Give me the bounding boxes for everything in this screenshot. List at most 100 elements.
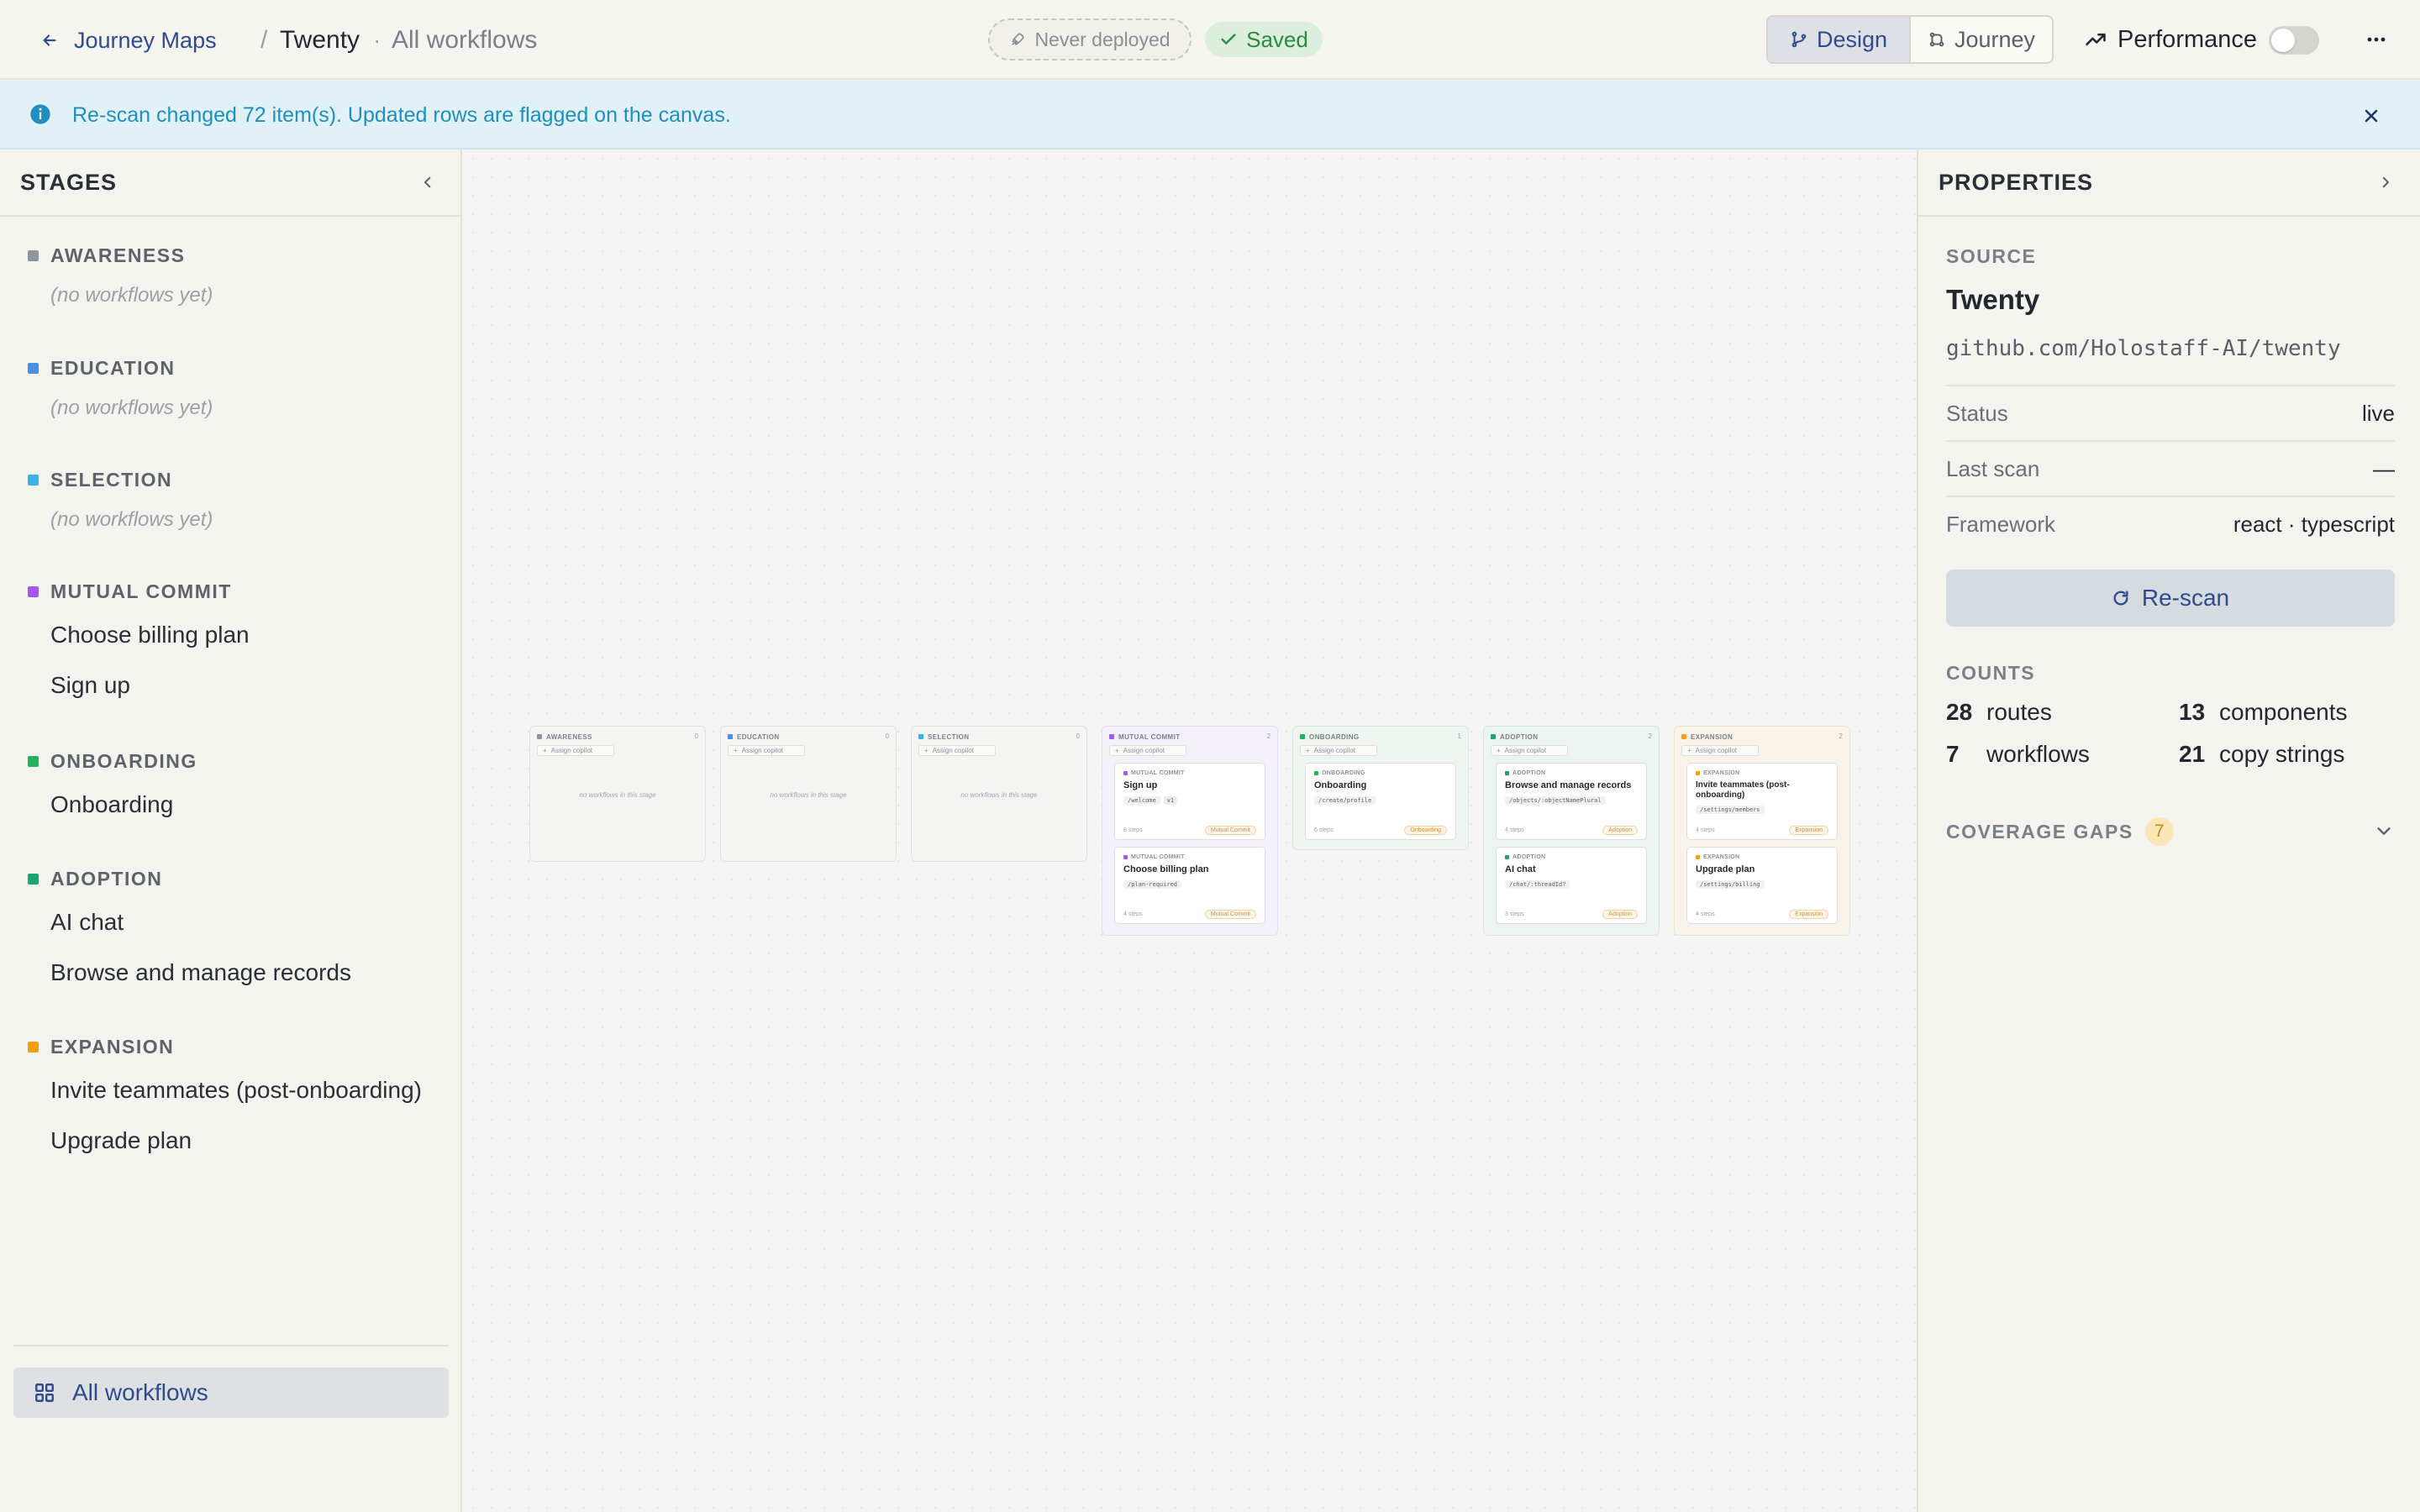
- rescan-button[interactable]: Re-scan: [1946, 570, 2395, 627]
- collapse-properties-button[interactable]: [2373, 170, 2398, 195]
- property-value: react · typescript: [2233, 511, 2395, 537]
- property-value: live: [2361, 400, 2395, 426]
- stage-column-expansion[interactable]: EXPANSION 2 + Assign copilot EXPANSION Inv…: [1674, 726, 1850, 936]
- workflow-card[interactable]: EXPANSION Upgrade plan /settings/billing…: [1686, 847, 1838, 924]
- card-stage-tag: Mutual Commit: [1204, 826, 1256, 835]
- card-stage-tag: Adoption: [1602, 826, 1638, 835]
- plus-icon: +: [924, 747, 929, 754]
- source-url[interactable]: github.com/Holostaff-AI/twenty: [1946, 336, 2341, 361]
- column-count: 0: [1076, 732, 1080, 740]
- column-title: SELECTION: [928, 732, 970, 741]
- plus-icon: +: [543, 747, 547, 754]
- journey-canvas[interactable]: AWARENESS 0 + Assign copilot no workflows …: [464, 150, 1916, 1512]
- stage-label: EDUCATION: [50, 356, 176, 379]
- arrow-left-icon: [40, 31, 59, 50]
- property-key: Last scan: [1946, 455, 2040, 481]
- card-stage-label: EXPANSION: [1703, 770, 1740, 776]
- stage-color-swatch: [918, 734, 923, 739]
- column-count: 2: [1266, 732, 1270, 740]
- deploy-status-text: Never deployed: [1034, 28, 1171, 50]
- design-mode-button[interactable]: Design: [1768, 17, 1911, 62]
- count-label: copy strings: [2219, 741, 2345, 767]
- card-stage-tag: Mutual Commit: [1204, 910, 1256, 919]
- card-stage-tag: Expansion: [1789, 826, 1828, 835]
- card-title: Choose billing plan: [1123, 864, 1209, 874]
- counts-label: COUNTS: [1946, 662, 2036, 684]
- rescan-label: Re-scan: [2141, 585, 2230, 611]
- back-to-journey-maps[interactable]: Journey Maps: [40, 24, 217, 57]
- workflow-item[interactable]: Choose billing plan: [0, 610, 462, 660]
- rescan-banner: Re-scan changed 72 item(s). Updated rows…: [0, 81, 2420, 150]
- card-route: /create/profile: [1314, 796, 1376, 805]
- assign-copilot-button[interactable]: + Assign copilot: [918, 745, 996, 756]
- chevron-left-icon: [424, 176, 431, 188]
- toggle-knob: [2271, 29, 2295, 52]
- assign-copilot-button[interactable]: + Assign copilot: [1109, 745, 1186, 756]
- stage-column-education[interactable]: EDUCATION 0 + Assign copilot no workflows …: [720, 726, 897, 862]
- workflow-card[interactable]: EXPANSION Invite teammates (post-onboard…: [1686, 763, 1838, 840]
- count-value: 28: [1946, 699, 1973, 725]
- count-components: 13 components: [2179, 699, 2348, 726]
- assign-copilot-button[interactable]: + Assign copilot: [1681, 745, 1759, 756]
- workflow-card[interactable]: MUTUAL COMMIT Choose billing plan /plan-…: [1114, 847, 1265, 924]
- all-workflows-button[interactable]: All workflows: [13, 1368, 449, 1418]
- workflow-item[interactable]: Browse and manage records: [0, 948, 462, 998]
- card-stage-label: ONBOARDING: [1322, 770, 1365, 776]
- workflow-card[interactable]: MUTUAL COMMIT Sign up /welcome v1 8 steps…: [1114, 763, 1265, 840]
- workflow-item[interactable]: Onboarding: [0, 780, 462, 830]
- stage-column-selection[interactable]: SELECTION 0 + Assign copilot no workflows …: [911, 726, 1087, 862]
- chevron-down-icon: [2375, 822, 2393, 840]
- breadcrumb-project[interactable]: Twenty: [280, 24, 360, 57]
- stage-color-swatch: [1491, 734, 1496, 739]
- rocket-icon: [1009, 31, 1026, 48]
- coverage-gaps-count: 7: [2144, 817, 2174, 846]
- workflow-item[interactable]: Invite teammates (post-onboarding): [0, 1065, 462, 1116]
- stages-header: STAGES: [0, 150, 460, 217]
- card-title: AI chat: [1505, 864, 1536, 874]
- assign-copilot-button[interactable]: + Assign copilot: [1300, 745, 1377, 756]
- property-key: Framework: [1946, 511, 2056, 537]
- journey-mode-button[interactable]: Journey: [1911, 17, 2052, 62]
- count-routes: 28 routes: [1946, 699, 2052, 726]
- assign-copilot-button[interactable]: + Assign copilot: [537, 745, 614, 756]
- count-label: components: [2219, 699, 2348, 725]
- stage-column-awareness[interactable]: AWARENESS 0 + Assign copilot no workflows …: [529, 726, 706, 862]
- workflow-card[interactable]: ADOPTION Browse and manage records /obje…: [1496, 763, 1647, 840]
- count-value: 21: [2179, 741, 2206, 767]
- close-icon: [2361, 106, 2381, 126]
- count-value: 13: [2179, 699, 2206, 725]
- card-route: /plan-required: [1123, 880, 1182, 889]
- design-mode-label: Design: [1816, 26, 1888, 52]
- stage-color-swatch: [28, 362, 39, 374]
- stage-empty-note: (no workflows yet): [50, 284, 213, 307]
- workflow-card[interactable]: ADOPTION AI chat /chat/:threadId? 3 step…: [1496, 847, 1647, 924]
- column-title: AWARENESS: [546, 732, 592, 741]
- stage-color-swatch: [1505, 771, 1509, 775]
- stage-column-adoption[interactable]: ADOPTION 2 + Assign copilot ADOPTION Brows…: [1483, 726, 1660, 936]
- workflow-card[interactable]: ONBOARDING Onboarding /create/profile 6 …: [1305, 763, 1456, 840]
- workflow-item[interactable]: Sign up: [0, 660, 462, 711]
- count-copy-strings: 21 copy strings: [2179, 741, 2344, 768]
- workflow-item[interactable]: Upgrade plan: [0, 1116, 462, 1166]
- count-label: workflows: [1986, 741, 2090, 767]
- more-menu-button[interactable]: [2360, 23, 2393, 56]
- assign-copilot-label: Assign copilot: [1123, 747, 1165, 754]
- column-count: 0: [885, 732, 889, 740]
- coverage-gaps-toggle[interactable]: COVERAGE GAPS 7: [1946, 813, 2395, 850]
- stage-selection: SELECTION (no workflows yet): [0, 465, 462, 537]
- performance-toggle[interactable]: [2269, 26, 2319, 55]
- all-workflows-label: All workflows: [72, 1379, 208, 1405]
- assign-copilot-button[interactable]: + Assign copilot: [1491, 745, 1568, 756]
- card-version-chip: v1: [1163, 796, 1178, 805]
- back-label: Journey Maps: [74, 27, 217, 53]
- breadcrumb-current: All workflows: [392, 26, 538, 54]
- banner-close-button[interactable]: [2354, 99, 2388, 133]
- assign-copilot-button[interactable]: + Assign copilot: [728, 745, 805, 756]
- coverage-gaps-label: COVERAGE GAPS: [1946, 820, 2133, 843]
- stage-color-swatch: [28, 249, 39, 261]
- workflow-item[interactable]: AI chat: [0, 897, 462, 948]
- stage-column-mutual-commit[interactable]: MUTUAL COMMIT 2 + Assign copilot MUTUAL CO…: [1102, 726, 1278, 936]
- top-bar: Journey Maps / Twenty · All workflows Ne…: [0, 0, 2420, 80]
- collapse-sidebar-button[interactable]: [415, 170, 440, 195]
- stage-column-onboarding[interactable]: ONBOARDING 1 + Assign copilot ONBOARDING O…: [1292, 726, 1469, 850]
